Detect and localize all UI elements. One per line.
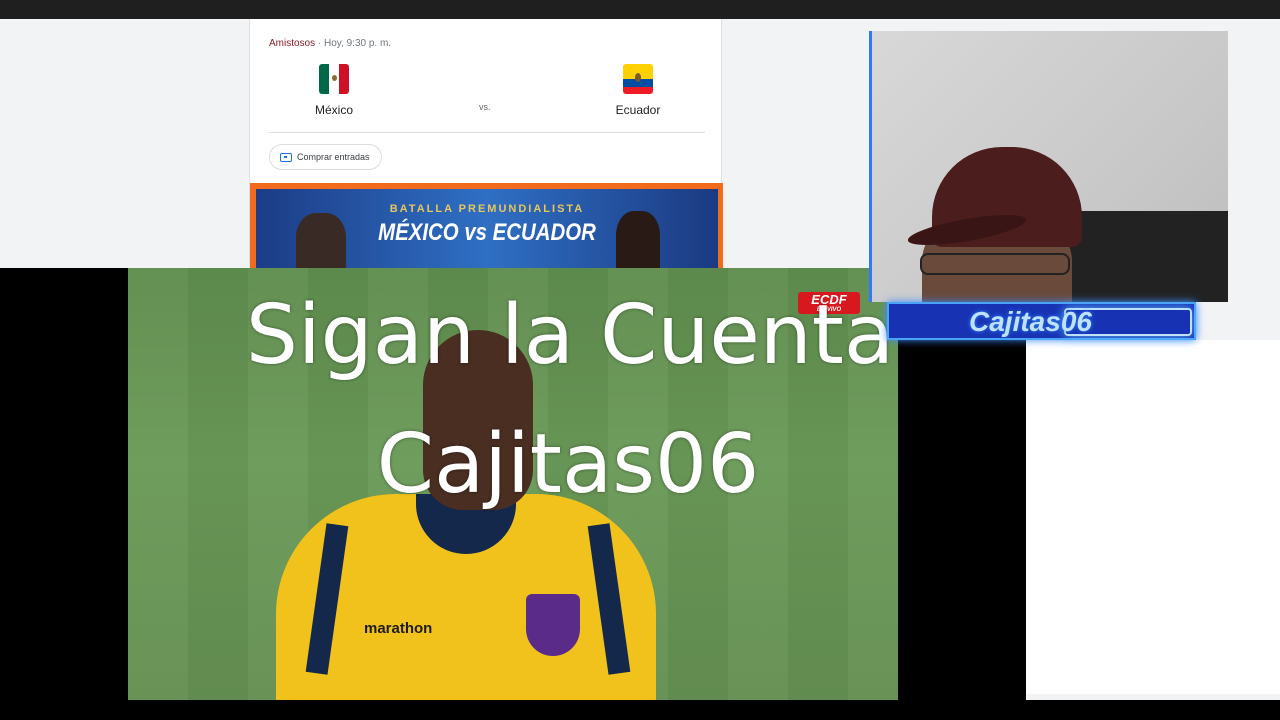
match-card: Amistosos · Hoy, 9:30 p. m. México vs. E… — [249, 19, 723, 269]
streamer-name-tag: Cajitas06 — [887, 302, 1196, 340]
jersey-sponsor: marathon — [364, 620, 433, 637]
player-jersey: marathon — [276, 494, 656, 700]
buy-tickets-label: Comprar entradas — [297, 152, 370, 162]
browser-top-bar — [0, 0, 1280, 19]
away-team-name: Ecuador — [615, 103, 661, 117]
federation-crest-icon — [526, 594, 580, 656]
league-link[interactable]: Amistosos — [269, 38, 315, 49]
overlay-line-2: Cajitas06 — [376, 417, 760, 512]
match-time: · Hoy, 9:30 p. m. — [317, 38, 392, 49]
streamer-name: Cajitas06 — [969, 306, 1092, 337]
webcam-glasses — [920, 253, 1070, 275]
ecuador-flag-icon — [623, 64, 653, 94]
webcam-feed — [869, 31, 1228, 302]
mexico-flag-icon — [319, 64, 349, 94]
away-team[interactable]: Ecuador — [593, 64, 683, 117]
match-promo-banner[interactable]: BATALLA PREMUNDIALISTA MÉXICO vs ECUADOR — [250, 183, 723, 269]
match-card-header: Amistosos · Hoy, 9:30 p. m. — [269, 38, 391, 49]
jersey-stripe-left — [305, 523, 349, 675]
card-divider — [269, 132, 705, 133]
bottom-letterbox — [0, 700, 1280, 720]
stream-screen: Amistosos · Hoy, 9:30 p. m. México vs. E… — [0, 0, 1280, 720]
home-team[interactable]: México — [289, 64, 379, 117]
overlay-line-1: Sigan la Cuenta — [245, 288, 895, 383]
buy-tickets-button[interactable]: Comprar entradas — [269, 144, 382, 170]
home-team-name: México — [314, 103, 353, 117]
banner-inner: BATALLA PREMUNDIALISTA MÉXICO vs ECUADOR — [256, 189, 718, 269]
banner-title: MÉXICO vs ECUADOR — [378, 219, 596, 246]
jersey-stripe-right — [587, 523, 631, 675]
side-white-panel — [1026, 340, 1280, 694]
versus-label: vs. — [479, 102, 491, 112]
banner-subtitle: BATALLA PREMUNDIALISTA — [389, 203, 585, 215]
ticket-icon — [280, 152, 292, 162]
